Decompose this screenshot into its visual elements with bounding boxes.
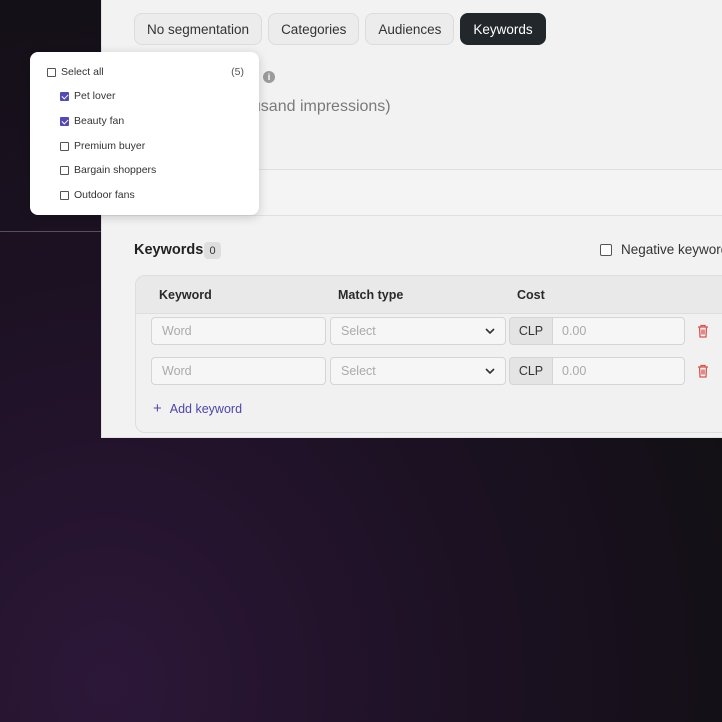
column-header-keyword: Keyword (159, 288, 212, 302)
keywords-table-header: Keyword Match type Cost (136, 276, 722, 314)
audience-dropdown: Select all (5) Pet lover Beauty fan Prem… (30, 52, 259, 215)
table-row: Word Select CLP 0.00 (136, 317, 722, 345)
item-label: Pet lover (74, 90, 116, 102)
column-header-match-type: Match type (338, 288, 404, 302)
dropdown-item[interactable]: Beauty fan (30, 111, 259, 131)
item-label: Bargain shoppers (74, 164, 157, 176)
tab-audiences[interactable]: Audiences (365, 13, 455, 45)
tab-no-segmentation[interactable]: No segmentation (134, 13, 263, 45)
negative-keywords-checkbox[interactable] (600, 243, 612, 256)
plus-icon: + (153, 400, 162, 417)
match-type-select[interactable]: Select (330, 317, 506, 345)
keywords-table: Keyword Match type Cost Word Select CLP … (135, 275, 722, 433)
add-keyword-label: Add keyword (169, 401, 243, 416)
dropdown-item[interactable]: Outdoor fans (30, 185, 259, 205)
item-label: Outdoor fans (74, 189, 135, 201)
chevron-down-icon (485, 368, 495, 375)
item-label: Premium buyer (74, 140, 146, 152)
dropdown-select-all[interactable]: Select all (5) (30, 62, 259, 82)
keyword-word-input[interactable]: Word (151, 317, 326, 345)
negative-keywords-toggle[interactable]: Negative keywords (600, 242, 722, 257)
add-keyword-button[interactable]: + Add keyword (153, 401, 242, 416)
table-row: Word Select CLP 0.00 (136, 357, 722, 385)
info-icon[interactable]: i (263, 71, 275, 83)
tab-keywords[interactable]: Keywords (460, 13, 546, 45)
section-heading: ousand impressions) (243, 98, 391, 115)
chevron-down-icon (485, 328, 495, 335)
item-label: Beauty fan (74, 115, 125, 127)
keywords-title: Keywords (134, 242, 204, 258)
cost-input[interactable]: 0.00 (552, 317, 685, 345)
keywords-count-badge: 0 (204, 242, 221, 259)
currency-label: CLP (509, 317, 553, 345)
select-all-label: Select all (61, 66, 104, 78)
item-checkbox[interactable] (60, 91, 69, 101)
negative-keywords-label: Negative keywords (621, 242, 722, 257)
keyword-word-input[interactable]: Word (151, 357, 326, 385)
dropdown-item[interactable]: Bargain shoppers (30, 160, 259, 180)
dropdown-item[interactable]: Pet lover (30, 86, 259, 106)
cost-input[interactable]: 0.00 (552, 357, 685, 385)
item-checkbox[interactable] (60, 116, 69, 126)
segmentation-tabs: No segmentation Categories Audiences Key… (134, 13, 546, 45)
item-checkbox[interactable] (60, 165, 69, 175)
match-type-select[interactable]: Select (330, 357, 506, 385)
match-type-placeholder: Select (341, 324, 376, 338)
item-checkbox[interactable] (60, 190, 69, 200)
item-checkbox[interactable] (60, 141, 69, 151)
currency-label: CLP (509, 357, 553, 385)
background-divider-line (0, 231, 101, 232)
trash-icon[interactable] (697, 364, 709, 378)
dropdown-item[interactable]: Premium buyer (30, 136, 259, 156)
match-type-placeholder: Select (341, 364, 376, 378)
trash-icon[interactable] (697, 324, 709, 338)
select-all-checkbox[interactable] (47, 67, 56, 77)
tab-categories[interactable]: Categories (268, 13, 360, 45)
select-all-count: (5) (231, 66, 244, 78)
column-header-cost: Cost (517, 288, 545, 302)
